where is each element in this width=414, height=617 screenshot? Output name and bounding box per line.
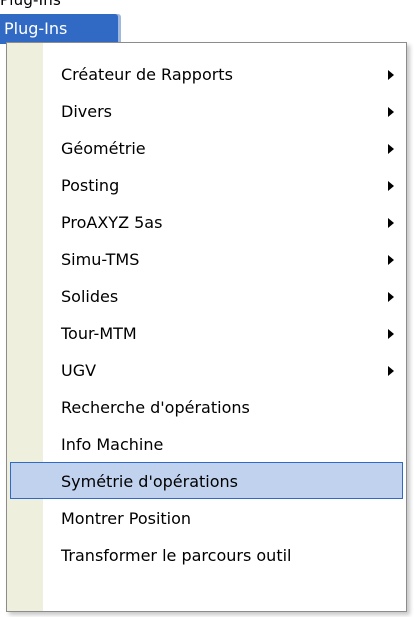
menu-item-label: Symétrie d'opérations	[61, 472, 238, 491]
menu-item-label: ProAXYZ 5as	[61, 213, 163, 232]
menu-item-ugv[interactable]: UGV	[10, 351, 403, 388]
menu-item-simu-tms[interactable]: Simu-TMS	[10, 240, 403, 277]
menu-item-label: Tour-MTM	[61, 324, 137, 343]
menu-item-label: Posting	[61, 176, 120, 195]
chevron-right-icon	[388, 70, 394, 80]
clipped-top-text: Plug-Ins	[0, 0, 61, 9]
menu-item-transformer-le-parcours-outil[interactable]: Transformer le parcours outil	[10, 536, 403, 573]
menu-item-solides[interactable]: Solides	[10, 277, 403, 314]
menu-item-proaxyz-5as[interactable]: ProAXYZ 5as	[10, 203, 403, 240]
menu-item-label: Info Machine	[61, 435, 164, 454]
chevron-right-icon	[388, 255, 394, 265]
menu-item-divers[interactable]: Divers	[10, 92, 403, 129]
menu-item-label: Géométrie	[61, 139, 146, 158]
menu-item-tour-mtm[interactable]: Tour-MTM	[10, 314, 403, 351]
menu-item-label: Transformer le parcours outil	[61, 546, 292, 565]
chevron-right-icon	[388, 366, 394, 376]
plug-ins-dropdown: Créateur de Rapports Divers Géométrie Po…	[6, 42, 407, 612]
chevron-right-icon	[388, 181, 394, 191]
menu-plug-ins[interactable]: Plug-Ins	[0, 14, 118, 44]
chevron-right-icon	[388, 107, 394, 117]
menu-item-label: Montrer Position	[61, 509, 192, 528]
menu-item-label: Divers	[61, 102, 112, 121]
menu-item-recherche-d-operations[interactable]: Recherche d'opérations	[10, 388, 403, 425]
menu-item-montrer-position[interactable]: Montrer Position	[10, 499, 403, 536]
menu-item-posting[interactable]: Posting	[10, 166, 403, 203]
menu-item-label: UGV	[61, 361, 97, 380]
menu-item-info-machine[interactable]: Info Machine	[10, 425, 403, 462]
menu-item-label: Créateur de Rapports	[61, 65, 233, 84]
menu-item-geometrie[interactable]: Géométrie	[10, 129, 403, 166]
menu-item-createur-de-rapports[interactable]: Créateur de Rapports	[10, 55, 403, 92]
menu-item-label: Solides	[61, 287, 119, 306]
menu-item-label: Simu-TMS	[61, 250, 140, 269]
menu-list: Créateur de Rapports Divers Géométrie Po…	[7, 55, 406, 573]
chevron-right-icon	[388, 329, 394, 339]
menu-item-symetrie-d-operations[interactable]: Symétrie d'opérations	[10, 462, 403, 499]
screen: Plug-Ins Plug-Ins Créateur de Rapports D…	[0, 0, 414, 617]
chevron-right-icon	[388, 144, 394, 154]
chevron-right-icon	[388, 292, 394, 302]
menu-item-label: Recherche d'opérations	[61, 398, 250, 417]
chevron-right-icon	[388, 218, 394, 228]
